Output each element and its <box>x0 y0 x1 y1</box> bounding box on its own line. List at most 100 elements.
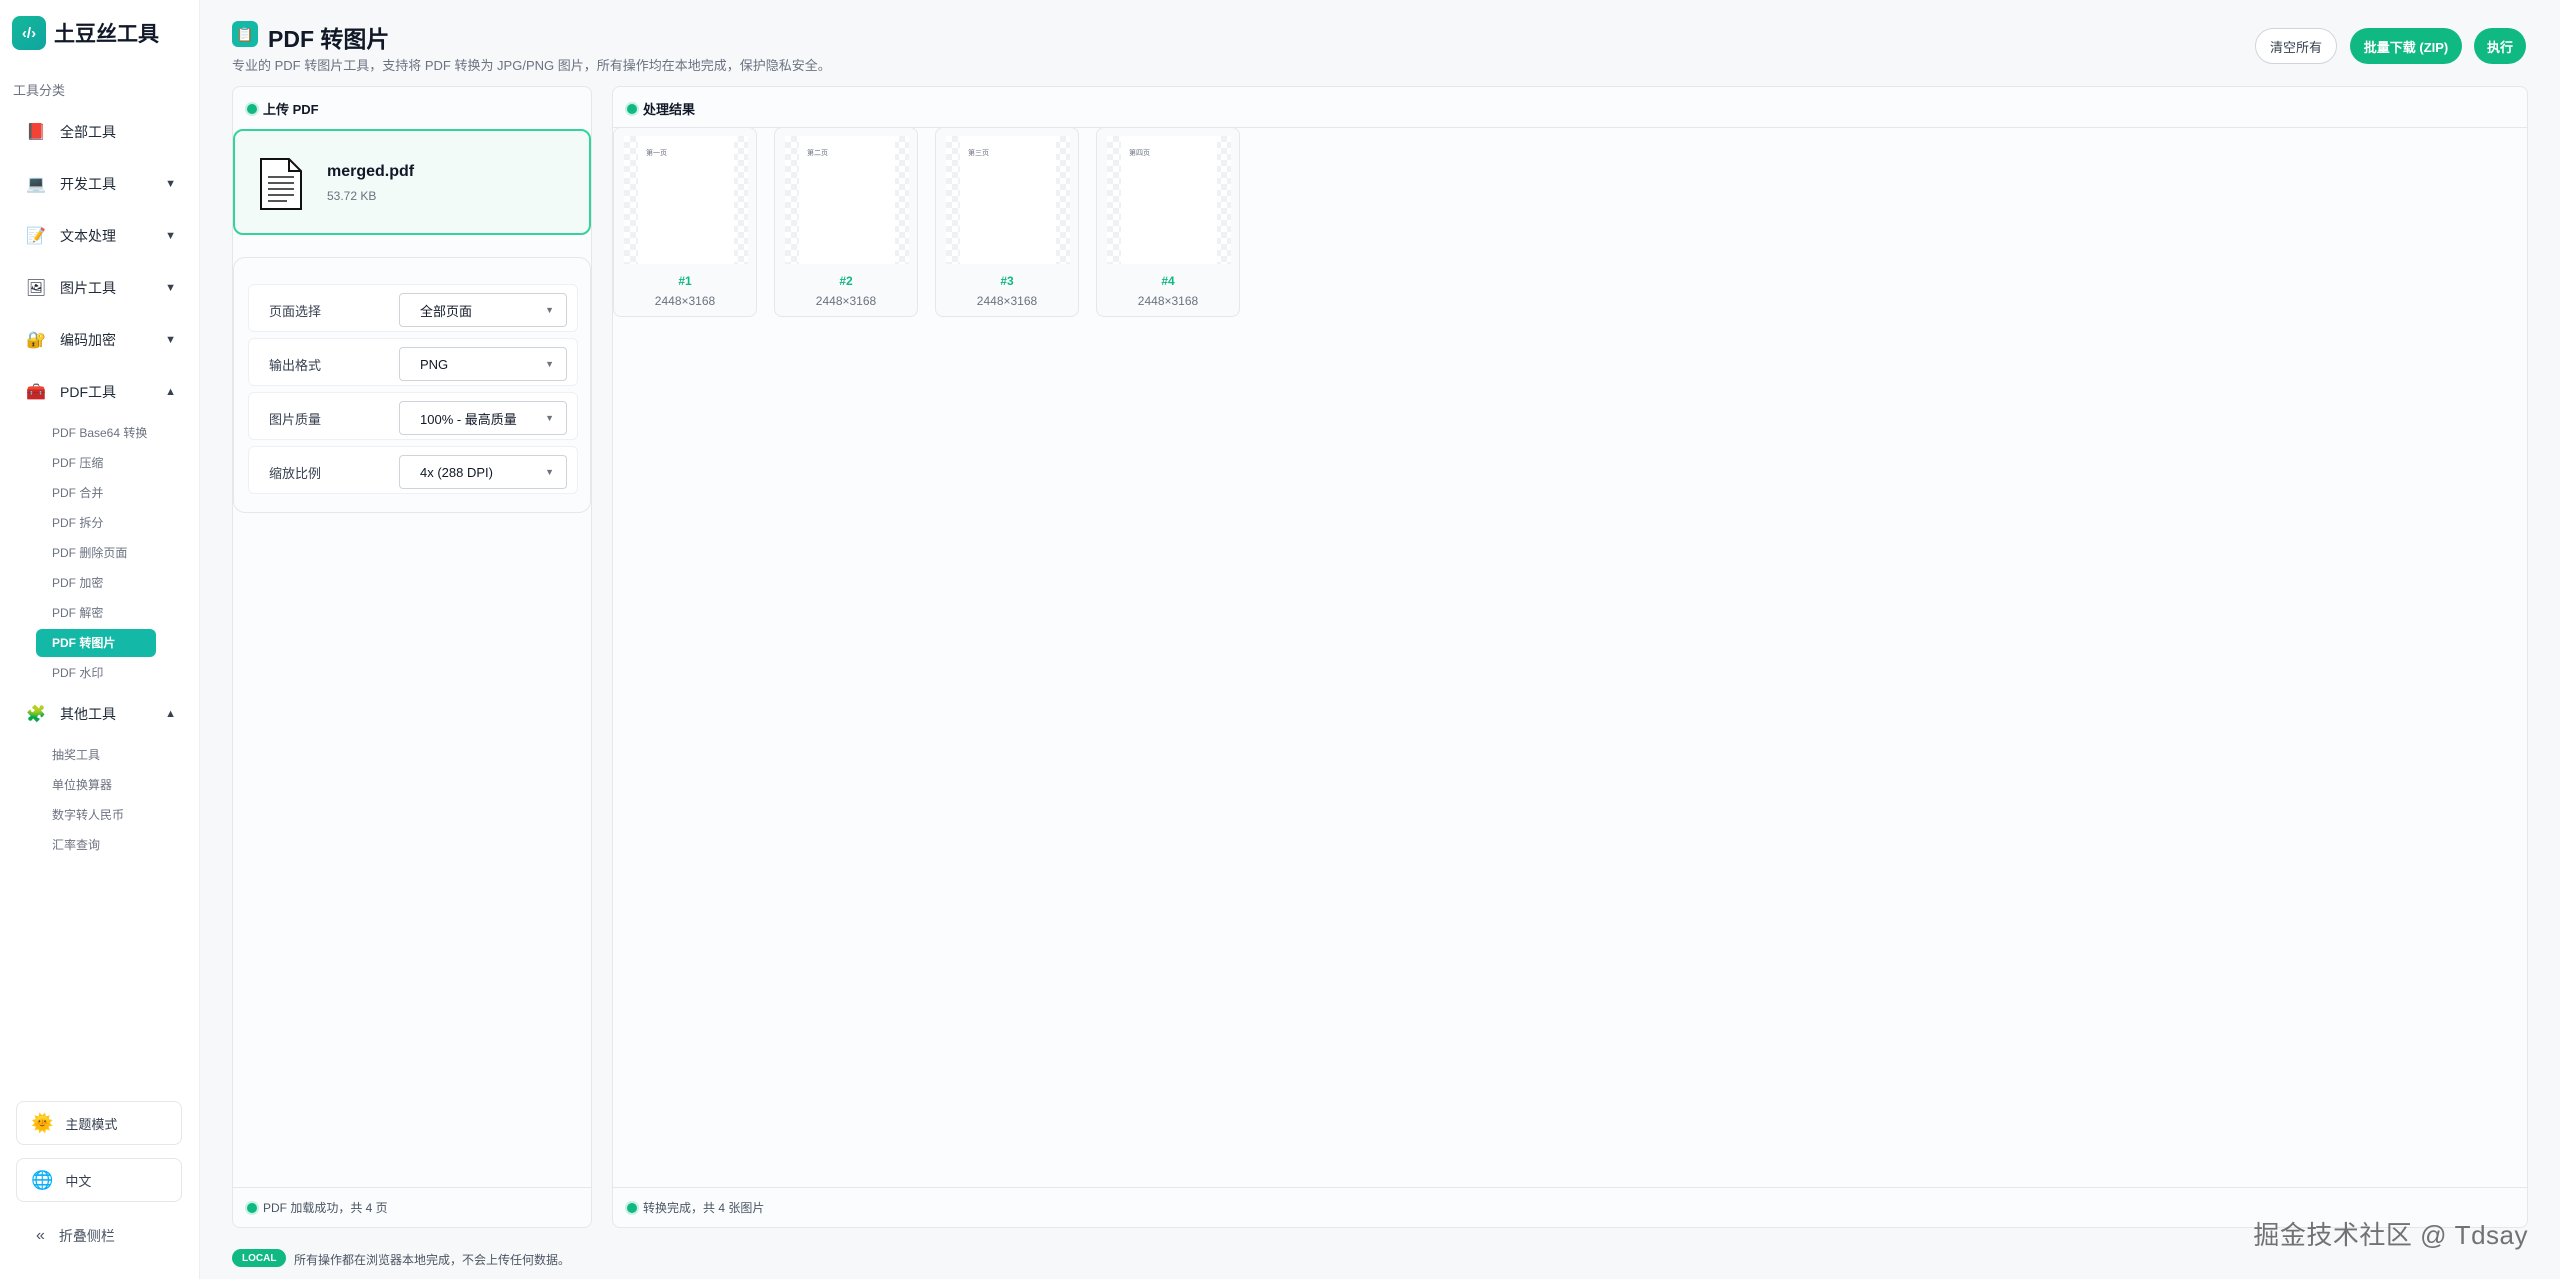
picture-icon: 🖼 <box>25 280 47 297</box>
pdf-submenu: PDF Base64 转换 PDF 压缩 PDF 合并 PDF 拆分 PDF 删… <box>0 418 200 688</box>
toolbox-icon: 🧰 <box>26 384 46 401</box>
status-dot-icon <box>247 1202 257 1213</box>
output-format-dropdown[interactable]: PNG ▼ <box>399 347 567 381</box>
page-preview-text: 第二页 <box>807 150 828 157</box>
image-dimensions: 2448×3168 <box>1137 294 1199 308</box>
image-dimensions: 2448×3168 <box>654 294 716 308</box>
select-value: PNG <box>420 356 449 372</box>
sidebar-item-label: 文本处理 <box>60 228 116 244</box>
sidebar-item-label: 编码加密 <box>60 332 116 348</box>
option-row-image-quality: 图片质量 100% - 最高质量 ▼ <box>248 392 578 440</box>
theme-mode-label: 主题模式 <box>65 1116 118 1132</box>
sidebar-item-label: 图片工具 <box>60 280 116 296</box>
watermark-text: 掘金技术社区 @ Tdsay <box>2253 1220 2528 1250</box>
upload-panel-title: 上传 PDF <box>263 102 319 117</box>
sidebar-subitem-pdf-merge[interactable]: PDF 合并 <box>52 478 200 508</box>
sidebar-subitem-pdf-encrypt[interactable]: PDF 加密 <box>52 568 200 598</box>
run-button[interactable]: 执行 <box>2474 28 2526 64</box>
page-preview-image: 第四页 <box>1107 136 1231 264</box>
option-row-output-format: 输出格式 PNG ▼ <box>248 338 578 386</box>
sidebar-item-label: 其他工具 <box>60 706 116 722</box>
sidebar-subitem-number-to-rmb[interactable]: 数字转人民币 <box>52 800 200 830</box>
clear-all-button[interactable]: 清空所有 <box>2255 28 2337 64</box>
document-icon <box>260 158 302 210</box>
sidebar-item-pdf-tools[interactable]: 🧰 PDF工具 ▲ <box>0 366 200 418</box>
upload-status-text: PDF 加载成功，共 4 页 <box>263 1201 388 1215</box>
results-panel-title: 处理结果 <box>643 102 696 117</box>
sidebar-item-label: 开发工具 <box>60 176 116 192</box>
result-image-card[interactable]: 第四页 #4 2448×3168 <box>1096 127 1240 317</box>
collapse-sidebar-button[interactable]: « 折叠侧栏 <box>36 1226 115 1246</box>
caret-down-icon: ▼ <box>545 413 554 423</box>
result-image-card[interactable]: 第三页 #3 2448×3168 <box>935 127 1079 317</box>
option-row-scale: 缩放比例 4x (288 DPI) ▼ <box>248 446 578 494</box>
sidebar-subitem-pdf-base64[interactable]: PDF Base64 转换 <box>52 418 200 448</box>
other-submenu: 抽奖工具 单位换算器 数字转人民币 汇率查询 <box>0 740 200 860</box>
sidebar-nav: 📕 全部工具 💻 开发工具 ▼ 📝 文本处理 ▼ 🖼 图片工具 ▼ 🔐 编码加密… <box>0 106 200 860</box>
results-status-text: 转换完成，共 4 张图片 <box>643 1201 765 1215</box>
sidebar-subitem-pdf-delete-pages[interactable]: PDF 删除页面 <box>52 538 200 568</box>
lock-icon: 🔐 <box>26 332 46 349</box>
sidebar-item-label: 全部工具 <box>60 124 116 140</box>
chevron-down-icon: ▼ <box>165 282 176 294</box>
status-dot-icon <box>627 103 637 114</box>
sidebar-subitem-lottery[interactable]: 抽奖工具 <box>52 740 200 770</box>
select-value: 100% - 最高质量 <box>420 411 517 427</box>
sidebar-subitem-pdf-to-image[interactable]: PDF 转图片 <box>36 629 156 657</box>
brand-name: 土豆丝工具 <box>54 23 159 46</box>
sidebar-item-all-tools[interactable]: 📕 全部工具 <box>0 106 200 158</box>
image-dimensions: 2448×3168 <box>976 294 1038 308</box>
double-chevron-left-icon: « <box>36 1227 45 1244</box>
sidebar-subitem-pdf-compress[interactable]: PDF 压缩 <box>52 448 200 478</box>
result-image-card[interactable]: 第二页 #2 2448×3168 <box>774 127 918 317</box>
page-select-dropdown[interactable]: 全部页面 ▼ <box>399 293 567 327</box>
caret-down-icon: ▼ <box>545 359 554 369</box>
brand-logo-icon: ‹/› <box>12 16 46 50</box>
page-description: 专业的 PDF 转图片工具，支持将 PDF 转换为 JPG/PNG 图片，所有操… <box>232 58 831 73</box>
sidebar-subitem-pdf-decrypt[interactable]: PDF 解密 <box>52 598 200 628</box>
sun-icon: 🌞 <box>31 1112 54 1133</box>
option-row-page-select: 页面选择 全部页面 ▼ <box>248 284 578 332</box>
sidebar-subitem-unit-converter[interactable]: 单位换算器 <box>52 770 200 800</box>
image-quality-dropdown[interactable]: 100% - 最高质量 ▼ <box>399 401 567 435</box>
theme-mode-button[interactable]: 🌞 主题模式 <box>16 1101 182 1145</box>
upload-panel-header: 上传 PDF <box>247 99 319 118</box>
sidebar-item-label: PDF工具 <box>60 384 116 400</box>
uploaded-file-card[interactable]: merged.pdf 53.72 KB <box>233 129 591 235</box>
results-panel: 处理结果 第一页 #1 2448×3168 第二页 #2 2448×3168 第… <box>612 86 2528 1228</box>
select-value: 4x (288 DPI) <box>420 464 493 480</box>
chevron-down-icon: ▼ <box>165 178 176 190</box>
batch-download-zip-button[interactable]: 批量下载 (ZIP) <box>2350 28 2462 64</box>
image-number: #2 <box>839 274 853 288</box>
sidebar-item-other-tools[interactable]: 🧩 其他工具 ▲ <box>0 688 200 740</box>
chevron-down-icon: ▼ <box>165 334 176 346</box>
sidebar-item-dev-tools[interactable]: 💻 开发工具 ▼ <box>0 158 200 210</box>
select-value: 全部页面 <box>420 303 473 319</box>
page-preview-text: 第四页 <box>1129 150 1150 157</box>
language-button[interactable]: 🌐 中文 <box>16 1158 182 1202</box>
page-preview-image: 第三页 <box>946 136 1070 264</box>
page-title: PDF 转图片 <box>268 26 390 52</box>
sidebar-subitem-pdf-watermark[interactable]: PDF 水印 <box>52 658 200 688</box>
puzzle-icon: 🧩 <box>26 706 46 723</box>
caret-down-icon: ▼ <box>545 467 554 477</box>
result-image-card[interactable]: 第一页 #1 2448×3168 <box>613 127 757 317</box>
upload-panel: 上传 PDF merged.pdf 53.72 KB 页面选择 全部页面 ▼ 输… <box>232 86 592 1228</box>
image-dimensions: 2448×3168 <box>815 294 877 308</box>
book-icon: 📕 <box>26 124 46 141</box>
page-preview-image: 第一页 <box>624 136 748 264</box>
sidebar-subitem-exchange-rate[interactable]: 汇率查询 <box>52 830 200 860</box>
status-dot-icon <box>247 103 257 114</box>
scale-dropdown[interactable]: 4x (288 DPI) ▼ <box>399 455 567 489</box>
sidebar: ‹/› 土豆丝工具 工具分类 📕 全部工具 💻 开发工具 ▼ 📝 文本处理 ▼ … <box>0 0 200 1279</box>
page-clipboard-icon: 📋 <box>232 21 258 47</box>
sidebar-item-image-tools[interactable]: 🖼 图片工具 ▼ <box>0 262 200 314</box>
sidebar-item-text-tools[interactable]: 📝 文本处理 ▼ <box>0 210 200 262</box>
privacy-note: 所有操作都在浏览器本地完成，不会上传任何数据。 <box>294 1253 571 1267</box>
results-panel-header: 处理结果 <box>627 99 695 118</box>
sidebar-item-encoding[interactable]: 🔐 编码加密 ▼ <box>0 314 200 366</box>
page-preview-text: 第三页 <box>968 150 989 157</box>
sidebar-subitem-pdf-split[interactable]: PDF 拆分 <box>52 508 200 538</box>
brand[interactable]: ‹/› 土豆丝工具 <box>12 16 159 50</box>
conversion-options: 页面选择 全部页面 ▼ 输出格式 PNG ▼ 图片质量 100% - 最高质量 … <box>233 257 591 513</box>
